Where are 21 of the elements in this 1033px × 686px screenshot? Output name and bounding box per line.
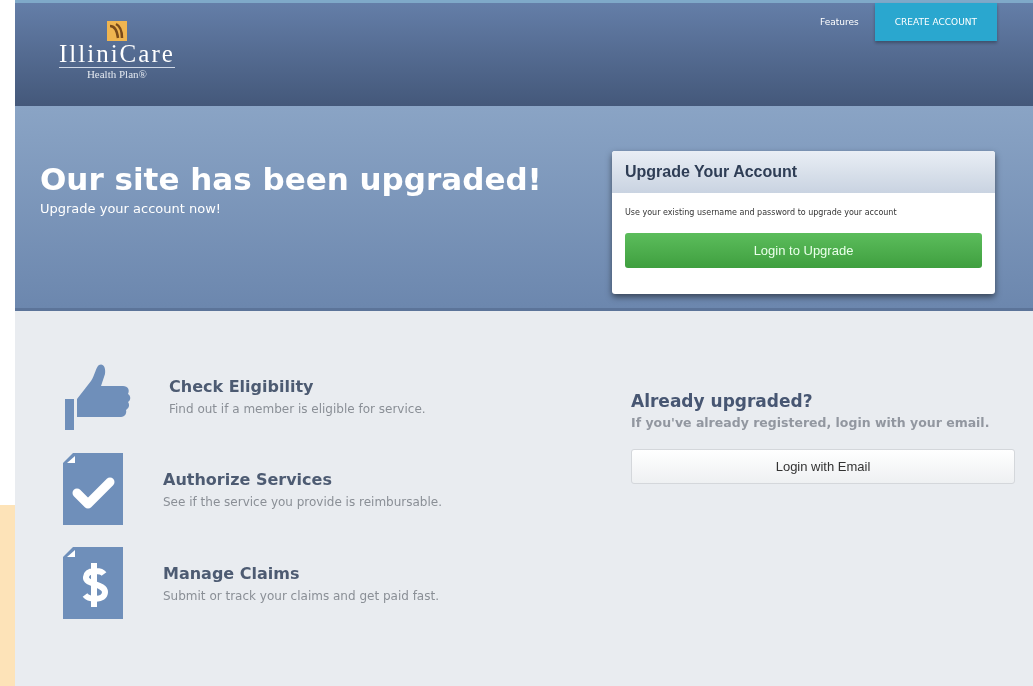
card-text: Use your existing username and password to upgrade your account (625, 207, 898, 219)
login-with-email-button[interactable]: Login with Email (631, 449, 1015, 484)
logo-tagline: Health Plan® (86, 68, 147, 80)
hero-title: Our site has been upgraded! (40, 161, 542, 197)
document-check-icon (61, 453, 125, 525)
already-upgraded-text: If you've already registered, login with your email. (631, 415, 991, 431)
create-account-button[interactable]: CREATE ACCOUNT (874, 3, 997, 41)
feature-text: Find out if a member is eligible for service. (169, 401, 426, 416)
feature-title: Check Eligibility (169, 376, 315, 396)
already-upgraded-title: Already upgraded? (631, 391, 814, 411)
hero-subtitle: Upgrade your account now! (40, 201, 222, 216)
features-link[interactable]: Features (820, 17, 859, 27)
logo-name: IlliniCare (59, 41, 175, 68)
feature-text: Submit or track your claims and get paid fast. (163, 588, 439, 603)
logo-mark-icon (106, 21, 127, 41)
feature-title: Authorize Services (163, 469, 333, 489)
document-dollar-icon (61, 547, 125, 619)
card-title: Upgrade Your Account (625, 163, 799, 181)
feature-text: See if the service you provide is reimbursable. (163, 494, 442, 509)
feature-title: Manage Claims (163, 563, 301, 583)
login-to-upgrade-button[interactable]: Login to Upgrade (625, 233, 982, 268)
